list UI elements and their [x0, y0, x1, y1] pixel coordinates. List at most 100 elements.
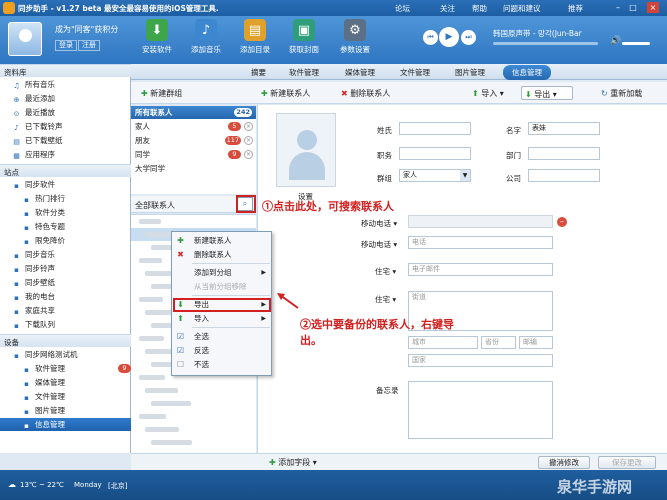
menu-item-import[interactable]: ⬆ 导入 ▶	[172, 312, 271, 325]
sidebar-item-site[interactable]: ▪ 家庭共享	[0, 304, 131, 317]
menu-item-select-none[interactable]: ☐ 不选	[172, 358, 271, 371]
menu-item-delete-contact[interactable]: ✖ 删除联系人	[172, 248, 271, 261]
tab-5[interactable]: 信息管理	[503, 65, 551, 80]
sidebar-item-site[interactable]: ▪ 下载队列	[0, 318, 131, 331]
note-field[interactable]	[408, 381, 553, 439]
sidebar-item-device[interactable]: ▪ 媒体管理	[0, 376, 131, 389]
tab-1[interactable]: 软件管理	[289, 67, 319, 78]
sidebar-item-device[interactable]: ▪ 同步网络测试机	[0, 348, 131, 361]
sidebar-item-site[interactable]: ▪ 热门排行	[0, 192, 131, 205]
sidebar-item-site[interactable]: ▪ 同步铃声	[0, 262, 131, 275]
delete-contact-button[interactable]: ✖ 删除联系人	[341, 88, 390, 99]
tab-0[interactable]: 摘要	[251, 67, 266, 78]
follow-link[interactable]: 关注	[440, 3, 455, 14]
address-type-label[interactable]: 住宅 ▾	[375, 294, 396, 305]
sidebar-item-library[interactable]: ⊙ 最近播放	[0, 106, 131, 119]
list-item[interactable]	[131, 436, 256, 449]
email-type-label[interactable]: 住宅 ▾	[375, 266, 396, 277]
list-item[interactable]	[131, 410, 256, 423]
company-field[interactable]	[528, 169, 600, 182]
recommend-link[interactable]: 推荐	[568, 3, 583, 14]
lastname-field[interactable]	[399, 122, 471, 135]
play-button[interactable]: ▶	[439, 27, 459, 47]
mobile-field[interactable]	[408, 215, 553, 228]
sidebar-item-library[interactable]: ▦ 应用程序	[0, 148, 131, 161]
prev-track-button[interactable]: ⏮	[423, 30, 438, 45]
export-button[interactable]: ⬇ 导出 ▾	[521, 86, 573, 100]
add-field-button[interactable]: ✚ 添加字段 ▾	[269, 457, 317, 468]
login-button[interactable]: 登录	[55, 40, 77, 51]
sidebar-item-device[interactable]: ▪ 软件管理 9	[0, 362, 131, 375]
zip-field[interactable]: 邮编	[519, 336, 553, 349]
maximize-icon[interactable]: □	[627, 2, 639, 13]
menu-item-invert-selection[interactable]: ☑ 反选	[172, 344, 271, 357]
phone-label[interactable]: 移动电话 ▾	[361, 239, 397, 250]
group-item[interactable]: 同学 9 ×	[131, 148, 256, 161]
contact-photo[interactable]	[276, 113, 336, 187]
group-select[interactable]: 家人 ▼	[399, 169, 471, 182]
menu-item-add-to-group[interactable]: 添加到分组 ▶	[172, 266, 271, 279]
sidebar-item-site[interactable]: ▪ 限免降价	[0, 234, 131, 247]
sidebar-item-site[interactable]: ▪ 同步音乐	[0, 248, 131, 261]
list-item[interactable]	[131, 397, 256, 410]
toolbar-gear-button[interactable]: ⚙ 参数设置	[330, 19, 380, 55]
group-item[interactable]: 家人 5 ×	[131, 120, 256, 133]
close-icon[interactable]: ×	[244, 122, 253, 131]
toolbar-cover-button[interactable]: ▣ 获取封面	[279, 19, 329, 55]
new-contact-button[interactable]: ✚ 新建联系人	[261, 88, 310, 99]
tab-3[interactable]: 文件管理	[400, 67, 430, 78]
weather-city[interactable]: [北京]	[108, 481, 127, 491]
import-button[interactable]: ⬆ 导入 ▾	[472, 88, 504, 99]
country-field[interactable]: 国家	[408, 354, 553, 367]
forum-link[interactable]: 论坛	[395, 3, 410, 14]
mobile-label[interactable]: 移动电话 ▾	[361, 218, 397, 229]
firstname-field[interactable]: 表妹	[528, 122, 600, 135]
phone-field[interactable]: 电话	[408, 236, 553, 249]
menu-item-select-all[interactable]: ☑ 全选	[172, 330, 271, 343]
city-field[interactable]: 城市	[408, 336, 478, 349]
toolbar-install-button[interactable]: ⬇ 安装软件	[132, 19, 182, 55]
group-item[interactable]: 所有联系人 242	[131, 106, 256, 119]
next-track-button[interactable]: ⏭	[461, 30, 476, 45]
save-button[interactable]: 保存更改	[598, 456, 656, 469]
close-icon[interactable]: ×	[647, 2, 659, 13]
sidebar-item-library[interactable]: ▤ 已下载壁纸	[0, 134, 131, 147]
sidebar-item-site[interactable]: ▪ 我的电台	[0, 290, 131, 303]
sidebar-item-site[interactable]: ▪ 特色专题	[0, 220, 131, 233]
list-item[interactable]	[131, 384, 256, 397]
sidebar-item-device[interactable]: ▪ 文件管理	[0, 390, 131, 403]
department-field[interactable]	[528, 147, 600, 160]
toolbar-folder-button[interactable]: ▤ 添加目录	[230, 19, 280, 55]
sidebar-item-site[interactable]: ▪ 软件分类	[0, 206, 131, 219]
sidebar-item-site[interactable]: ▪ 同步软件	[0, 178, 131, 191]
sidebar-item-device[interactable]: ▪ 图片管理	[0, 404, 131, 417]
minimize-icon[interactable]: –	[612, 2, 624, 13]
sidebar-item-library[interactable]: ♪ 已下载铃声	[0, 120, 131, 133]
volume-slider[interactable]	[622, 42, 650, 45]
help-link[interactable]: 帮助	[472, 3, 487, 14]
sidebar-item-device[interactable]: ▪ 信息管理	[0, 418, 131, 431]
list-item[interactable]	[131, 215, 256, 228]
tab-4[interactable]: 图片管理	[455, 67, 485, 78]
close-icon[interactable]: ×	[244, 136, 253, 145]
progress-bar[interactable]	[493, 42, 598, 45]
reload-button[interactable]: ↻ 重新加载	[601, 88, 642, 99]
feedback-link[interactable]: 问题和建议	[503, 3, 541, 14]
menu-item-new-contact[interactable]: ✚ 新建联系人	[172, 234, 271, 247]
remove-field-icon[interactable]: –	[557, 217, 567, 227]
email-field[interactable]: 电子邮件	[408, 263, 553, 276]
new-group-button[interactable]: ✚ 新建群组	[141, 88, 182, 99]
title-field[interactable]	[399, 147, 471, 160]
cancel-button[interactable]: 撤消修改	[538, 456, 590, 469]
close-icon[interactable]: ×	[244, 150, 253, 159]
group-item[interactable]: 大学同学	[131, 162, 256, 175]
province-field[interactable]: 省份	[481, 336, 516, 349]
toolbar-music-button[interactable]: ♪ 添加音乐	[181, 19, 231, 55]
tab-2[interactable]: 媒体管理	[345, 67, 375, 78]
register-button[interactable]: 注册	[78, 40, 100, 51]
avatar[interactable]	[8, 22, 42, 56]
group-item[interactable]: 朋友 117 ×	[131, 134, 256, 147]
list-item[interactable]	[131, 423, 256, 436]
sidebar-item-site[interactable]: ▪ 同步壁纸	[0, 276, 131, 289]
sidebar-item-library[interactable]: ♫ 所有音乐	[0, 78, 131, 91]
